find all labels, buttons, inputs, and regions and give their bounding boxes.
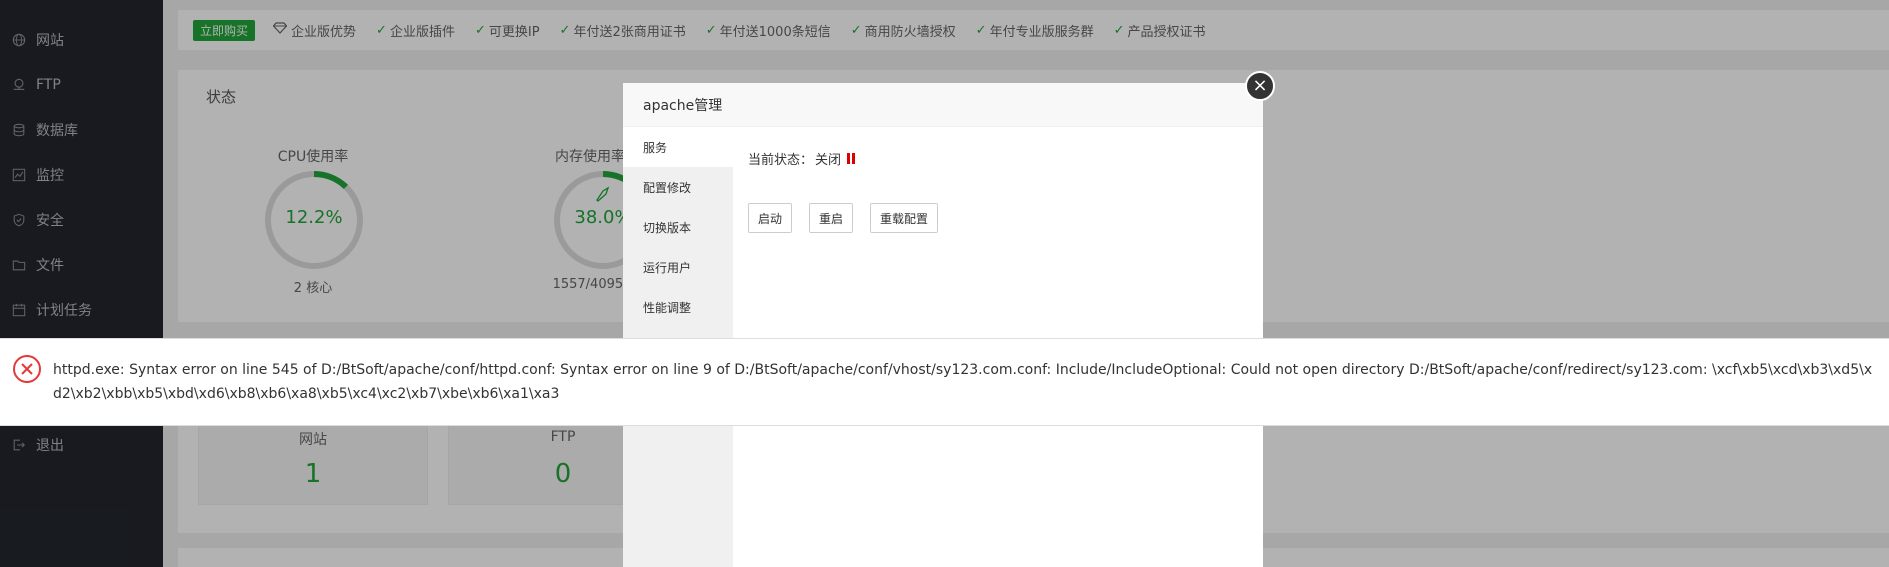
app-root: 网站 FTP 数据库 监控 安全 文件 计划任务 退出 立即购买 企业版优势 ✓… xyxy=(0,0,1889,567)
reload-config-button[interactable]: 重载配置 xyxy=(870,203,939,233)
nav-switch-version[interactable]: 切换版本 xyxy=(623,207,733,247)
apache-manager-dialog: apache管理 服务 配置修改 切换版本 运行用户 性能调整 当前状态： 关闭… xyxy=(623,83,1263,567)
status-label: 当前状态： xyxy=(748,153,814,168)
error-toast: httpd.exe: Syntax error on line 545 of D… xyxy=(0,338,1889,426)
nav-run-user[interactable]: 运行用户 xyxy=(623,247,733,287)
status-value: 关闭 xyxy=(815,153,842,168)
nav-performance[interactable]: 性能调整 xyxy=(623,287,733,327)
error-circle-icon xyxy=(13,355,41,383)
service-status: 当前状态： 关闭 xyxy=(748,149,857,168)
nav-service[interactable]: 服务 xyxy=(623,127,733,167)
error-message: httpd.exe: Syntax error on line 545 of D… xyxy=(53,362,1873,402)
close-icon[interactable]: × xyxy=(1245,71,1275,101)
stopped-icon xyxy=(847,153,857,164)
restart-button[interactable]: 重启 xyxy=(809,203,854,233)
start-button[interactable]: 启动 xyxy=(748,203,793,233)
dialog-title: apache管理 xyxy=(623,83,1263,127)
nav-config-edit[interactable]: 配置修改 xyxy=(623,167,733,207)
